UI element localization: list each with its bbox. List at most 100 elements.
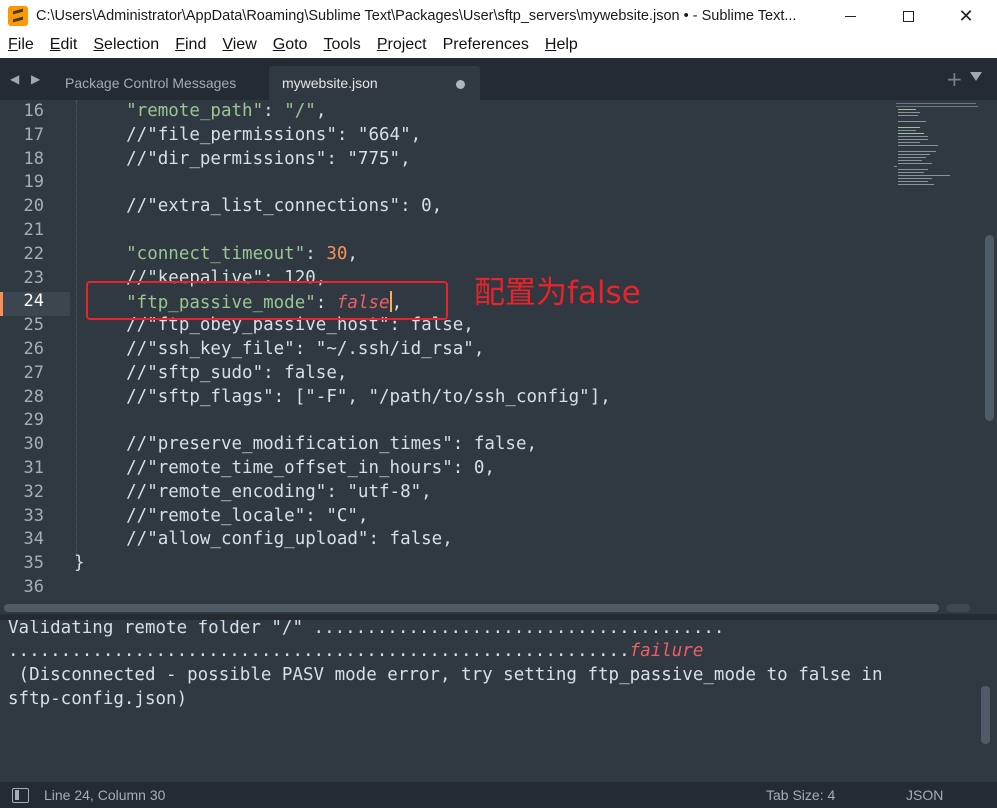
code-token: //"sftp_sudo": false,: [84, 362, 348, 383]
code-line[interactable]: //"dir_permissions": "775",: [84, 149, 410, 169]
annotation-highlight-box: [86, 281, 448, 320]
minimize-icon: [844, 15, 856, 17]
menu-accelerator: G: [272, 36, 286, 53]
line-number: 35: [23, 553, 44, 574]
window-title: C:\Users\Administrator\AppData\Roaming\S…: [36, 8, 797, 24]
code-line[interactable]: //"sftp_sudo": false,: [84, 363, 347, 383]
minimap-line: [898, 175, 950, 176]
line-number: 16: [23, 101, 44, 121]
code-token: "remote_path": [84, 101, 264, 121]
code-line[interactable]: //"file_permissions": "664",: [84, 125, 421, 145]
minimap-line: [898, 154, 930, 155]
menu-item-find[interactable]: Find: [175, 36, 206, 54]
new-tab-plus-icon[interactable]: +: [946, 67, 963, 91]
output-dots: ........................................…: [8, 641, 630, 661]
tab-mywebsite-json[interactable]: mywebsite.json: [269, 66, 480, 100]
minimap-line: [898, 109, 916, 110]
tab-list-chevron-down-icon[interactable]: [970, 72, 982, 81]
code-token: ,: [315, 101, 327, 121]
code-line[interactable]: "connect_timeout": 30,: [84, 244, 358, 264]
maximize-button[interactable]: [879, 0, 937, 32]
output-line: Validating remote folder "/" ...........…: [8, 620, 725, 638]
menu-item-project[interactable]: Project: [377, 36, 427, 54]
tab-nav-arrows-icon[interactable]: ◀ ▶: [10, 72, 44, 86]
line-number-gutter: 16 17 18 19 20 21 22 23 24 25 26 27 28 29 30 31 32 33 34 35…: [0, 100, 70, 602]
menu-label: Preferences: [442, 36, 529, 53]
menu-label: election: [104, 36, 160, 53]
menu-label: dit: [60, 36, 78, 53]
line-number: 29: [23, 410, 44, 431]
vertical-scrollbar-thumb[interactable]: [985, 235, 994, 421]
horizontal-scrollbar-thumb[interactable]: [4, 604, 939, 612]
cursor-position: Line 24, Column 30: [44, 787, 166, 803]
code-token: //"remote_time_offset_in_hours": 0,: [84, 458, 495, 478]
horizontal-scrollbar[interactable]: [0, 602, 997, 614]
menu-item-preferences[interactable]: Preferences: [443, 36, 529, 54]
menu-label: oto: [285, 36, 308, 53]
minimap-line: [898, 169, 928, 170]
line-number: 24: [23, 291, 44, 312]
code-line[interactable]: //"allow_config_upload": false,: [84, 529, 453, 549]
menu-item-view[interactable]: View: [222, 36, 256, 54]
tab-package-control-messages[interactable]: Package Control Messages: [50, 66, 270, 100]
failure-status: failure: [629, 641, 704, 661]
menu-item-selection[interactable]: Selection: [93, 36, 159, 54]
code-line[interactable]: //"extra_list_connections": 0,: [84, 196, 442, 216]
minimap-line: [896, 103, 976, 104]
minimap-line: [898, 163, 932, 164]
code-token: "connect_timeout": [84, 243, 306, 264]
minimap-line: [898, 136, 928, 137]
toggle-panel-icon[interactable]: [12, 788, 29, 803]
menu-item-file[interactable]: File: [8, 36, 34, 54]
menu-label: ind: [184, 36, 207, 53]
code-token: :: [263, 101, 285, 121]
code-line[interactable]: //"remote_encoding": "utf-8",: [84, 482, 432, 502]
line-number: 19: [23, 172, 44, 193]
syntax-indicator[interactable]: JSON: [906, 787, 943, 803]
output-line: (Disconnected - possible PASV mode error…: [8, 665, 883, 685]
close-icon: ✕: [958, 5, 974, 27]
line-number: 34: [23, 529, 44, 550]
minimize-button[interactable]: [821, 0, 879, 32]
line-number: 18: [23, 148, 44, 169]
menu-item-edit[interactable]: Edit: [50, 36, 78, 54]
menu-accelerator: F: [8, 36, 18, 53]
code-line[interactable]: //"sftp_flags": ["-F", "/path/to/ssh_con…: [84, 387, 611, 407]
menu-item-help[interactable]: Help: [545, 36, 578, 54]
code-line[interactable]: //"remote_time_offset_in_hours": 0,: [84, 458, 495, 478]
code-token: //"remote_locale": "C",: [84, 505, 369, 526]
panel-scrollbar-thumb[interactable]: [981, 686, 990, 744]
minimap[interactable]: [892, 100, 982, 200]
line-number: 26: [23, 339, 44, 359]
code-token: //"ssh_key_file": "~/.ssh/id_rsa",: [84, 339, 485, 359]
code-token: }: [74, 553, 85, 574]
maximize-icon: [902, 10, 914, 22]
code-line[interactable]: //"remote_locale": "C",: [84, 506, 368, 526]
code-line[interactable]: //"ssh_key_file": "~/.ssh/id_rsa",: [84, 339, 484, 359]
code-line[interactable]: //"preserve_modification_times": false,: [84, 434, 537, 454]
code-line[interactable]: }: [74, 553, 85, 573]
tab-size-indicator[interactable]: Tab Size: 4: [766, 787, 835, 803]
line-number: 22: [23, 243, 44, 264]
menu-label: ile: [17, 36, 34, 53]
code-editor[interactable]: 16 17 18 19 20 21 22 23 24 25 26 27 28 29 30 31 32 33 34 35…: [0, 100, 997, 602]
menu-label: roject: [387, 36, 427, 53]
minimap-line: [898, 160, 922, 161]
minimap-line: [898, 172, 924, 173]
code-line[interactable]: "remote_path": "/",: [84, 101, 326, 121]
menu-item-goto[interactable]: Goto: [273, 36, 308, 54]
minimap-line: [898, 151, 936, 152]
tab-bar: ◀ ▶ Package Control Messages mywebsite.j…: [0, 58, 997, 100]
output-line: ........................................…: [8, 641, 703, 661]
close-button[interactable]: ✕: [937, 0, 995, 32]
unsaved-dot-icon[interactable]: [456, 80, 465, 89]
line-number: 33: [23, 505, 44, 526]
code-token: "/": [284, 101, 316, 121]
line-number: 32: [23, 481, 44, 502]
menu-label: elp: [556, 36, 578, 53]
minimap-line: [898, 178, 932, 179]
menu-item-tools[interactable]: Tools: [323, 36, 360, 54]
output-panel[interactable]: Validating remote folder "/" ...........…: [0, 620, 997, 778]
tab-label: mywebsite.json: [282, 75, 378, 91]
code-token: //"extra_list_connections": 0,: [84, 196, 443, 217]
